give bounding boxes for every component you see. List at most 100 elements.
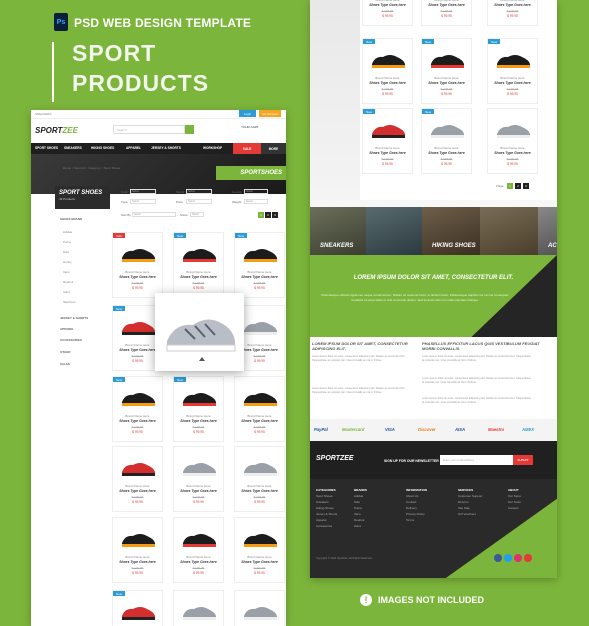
footer-link[interactable]: Careers bbox=[508, 505, 521, 511]
product-card[interactable]: Brand Name Here Shoes Type Goes here $ 1… bbox=[234, 517, 285, 583]
product-quick-view[interactable] bbox=[155, 293, 244, 371]
product-card[interactable]: New Brand Name Here Shoes Type Goes here… bbox=[112, 376, 163, 442]
newsletter-email-input[interactable]: Enter your email address bbox=[440, 455, 513, 465]
show-select[interactable]: Select bbox=[190, 212, 204, 217]
newsletter-submit-button[interactable]: SUBMIT bbox=[513, 455, 533, 465]
product-card[interactable]: Brand Name Here Shoes Type Goes here $ 1… bbox=[421, 0, 472, 26]
nav-item-jersey[interactable]: JERSEY & SHORTS bbox=[151, 146, 181, 150]
product-card[interactable]: Brand Name Here Shoes Type Goes here $ 1… bbox=[173, 517, 224, 583]
brand-filter[interactable]: Puma bbox=[63, 240, 71, 244]
nav-item-sport-shoes[interactable]: SPORT SHOES bbox=[35, 146, 58, 150]
instagram-icon[interactable] bbox=[514, 554, 522, 562]
brand-filter[interactable]: Nike bbox=[63, 250, 69, 254]
product-card[interactable]: Brand Name Here Shoes Type Goes here $ 1… bbox=[487, 0, 538, 26]
sidebar-group[interactable]: OTHER bbox=[60, 350, 71, 354]
search-button[interactable] bbox=[185, 125, 194, 134]
product-name[interactable]: Shoes Type Goes here bbox=[113, 489, 162, 493]
page-3-button[interactable]: 3 bbox=[523, 183, 529, 189]
product-name[interactable]: Shoes Type Goes here bbox=[422, 3, 471, 7]
footer-link[interactable]: Terms bbox=[406, 517, 427, 523]
product-card[interactable]: New Brand Name Here Shoes Type Goes here… bbox=[421, 108, 472, 174]
filter-select[interactable]: Select bbox=[186, 199, 212, 204]
product-card[interactable]: Brand Name Here Shoes Type Goes here $ 1… bbox=[112, 446, 163, 512]
sidebar-group[interactable]: SHOES BRAND bbox=[60, 217, 82, 221]
product-name[interactable]: Shoes Type Goes here bbox=[235, 419, 284, 423]
product-card[interactable]: New Brand Name Here Shoes Type Goes here… bbox=[234, 232, 285, 298]
facebook-icon[interactable] bbox=[494, 554, 502, 562]
category-tile-hiking-2[interactable] bbox=[480, 207, 538, 255]
nav-item-workshop[interactable]: WORKSHOP bbox=[203, 146, 222, 150]
filter-select[interactable]: Select bbox=[130, 199, 156, 204]
product-card[interactable]: New Brand Name Here Shoes Type Goes here… bbox=[362, 108, 413, 174]
brand-filter[interactable]: Hurley bbox=[63, 260, 72, 264]
my-account-button[interactable]: My Account bbox=[259, 110, 281, 117]
product-name[interactable]: Shoes Type Goes here bbox=[174, 560, 223, 564]
product-card[interactable]: New Brand Name Here Shoes Type Goes here… bbox=[112, 590, 163, 626]
product-name[interactable]: Shoes Type Goes here bbox=[422, 151, 471, 155]
category-tile-sneakers-2[interactable] bbox=[366, 207, 422, 255]
filter-select[interactable]: Select bbox=[130, 189, 156, 194]
product-name[interactable]: Shoes Type Goes here bbox=[113, 275, 162, 279]
product-name[interactable]: Shoes Type Goes here bbox=[488, 3, 537, 7]
product-card[interactable]: Brand Name Here Shoes Type Goes here $ 1… bbox=[173, 446, 224, 512]
page-2-button[interactable]: 2 bbox=[515, 183, 521, 189]
search-input[interactable]: Search bbox=[113, 125, 185, 134]
filter-select[interactable]: Select bbox=[244, 189, 268, 194]
product-name[interactable]: Shoes Type Goes here bbox=[422, 81, 471, 85]
product-card[interactable]: Sale Brand Name Here Shoes Type Goes her… bbox=[112, 232, 163, 298]
sidebar-group[interactable]: JERSEY & SHORTS bbox=[60, 316, 88, 320]
youtube-icon[interactable] bbox=[524, 554, 532, 562]
product-card[interactable]: Brand Name Here Shoes Type Goes here $ 1… bbox=[234, 446, 285, 512]
cart-link[interactable]: YOUR CART bbox=[241, 125, 259, 129]
page-1-button[interactable]: 1 bbox=[507, 183, 513, 189]
footer-link[interactable]: Accessories bbox=[316, 523, 337, 529]
product-name[interactable]: Shoes Type Goes here bbox=[235, 275, 284, 279]
page-3-button[interactable]: 3 bbox=[272, 212, 278, 218]
twitter-icon[interactable] bbox=[504, 554, 512, 562]
brand-filter[interactable]: Vans bbox=[63, 270, 70, 274]
product-card[interactable]: New Brand Name Here Shoes Type Goes here… bbox=[173, 376, 224, 442]
nav-item-sale[interactable]: SALE bbox=[233, 143, 261, 154]
product-name[interactable]: Shoes Type Goes here bbox=[113, 560, 162, 564]
brand-filter[interactable]: Skechers bbox=[63, 300, 76, 304]
brand-filter[interactable]: Asics bbox=[63, 290, 70, 294]
category-tile-hiking[interactable]: HIKING SHOES bbox=[422, 207, 480, 255]
filter-select[interactable]: Select bbox=[186, 189, 212, 194]
nav-item-sneakers[interactable]: SNEAKERS bbox=[64, 146, 82, 150]
category-tile-sneakers[interactable]: SNEAKERS bbox=[310, 207, 366, 255]
page-2-button[interactable]: 2 bbox=[265, 212, 271, 218]
site-logo[interactable]: SPORTZEE bbox=[35, 126, 78, 135]
nav-item-apparel[interactable]: APPAREL bbox=[126, 146, 141, 150]
nav-item-more[interactable]: MORE bbox=[261, 143, 286, 154]
product-card[interactable]: Brand Name Here Shoes Type Goes here $ 1… bbox=[234, 376, 285, 442]
product-card[interactable]: Brand Name Here Shoes Type Goes here $ 1… bbox=[487, 108, 538, 174]
product-card[interactable]: New Brand Name Here Shoes Type Goes here… bbox=[362, 38, 413, 104]
product-name[interactable]: Shoes Type Goes here bbox=[113, 419, 162, 423]
login-button[interactable]: Login bbox=[239, 110, 256, 117]
brand-filter[interactable]: Adidas bbox=[63, 230, 72, 234]
product-card[interactable]: New Brand Name Here Shoes Type Goes here… bbox=[421, 38, 472, 104]
product-card[interactable]: Brand Name Here Shoes Type Goes here $ 1… bbox=[112, 517, 163, 583]
product-name[interactable]: Shoes Type Goes here bbox=[174, 275, 223, 279]
product-name[interactable]: Shoes Type Goes here bbox=[363, 81, 412, 85]
product-card[interactable]: New Brand Name Here Shoes Type Goes here… bbox=[487, 38, 538, 104]
product-name[interactable]: Shoes Type Goes here bbox=[174, 489, 223, 493]
product-name[interactable]: Shoes Type Goes here bbox=[363, 151, 412, 155]
sidebar-group[interactable]: ACCESSORIES bbox=[60, 338, 82, 342]
footer-logo[interactable]: SPORTZEE bbox=[316, 455, 354, 462]
sort-select[interactable]: Select bbox=[132, 212, 176, 217]
brand-filter[interactable]: Reebok bbox=[63, 280, 73, 284]
product-card[interactable]: Brand Name Here Shoes Type Goes here $ 1… bbox=[362, 0, 413, 26]
nav-item-hiking[interactable]: HIKING SHOES bbox=[91, 146, 114, 150]
product-name[interactable]: Shoes Type Goes here bbox=[174, 419, 223, 423]
product-card[interactable]: New Brand Name Here Shoes Type Goes here… bbox=[173, 232, 224, 298]
product-name[interactable]: Shoes Type Goes here bbox=[235, 560, 284, 564]
footer-link[interactable]: Asics bbox=[354, 523, 367, 529]
product-card[interactable]: Brand Name Here Shoes Type Goes here $ 1… bbox=[234, 590, 285, 626]
product-card[interactable]: Brand Name Here Shoes Type Goes here $ 1… bbox=[173, 590, 224, 626]
product-name[interactable]: Shoes Type Goes here bbox=[363, 3, 412, 7]
filter-select[interactable]: Select bbox=[244, 199, 268, 204]
sidebar-group[interactable]: APPAREL bbox=[60, 327, 74, 331]
sidebar-group[interactable]: SALES bbox=[60, 362, 70, 366]
product-name[interactable]: Shoes Type Goes here bbox=[488, 81, 537, 85]
